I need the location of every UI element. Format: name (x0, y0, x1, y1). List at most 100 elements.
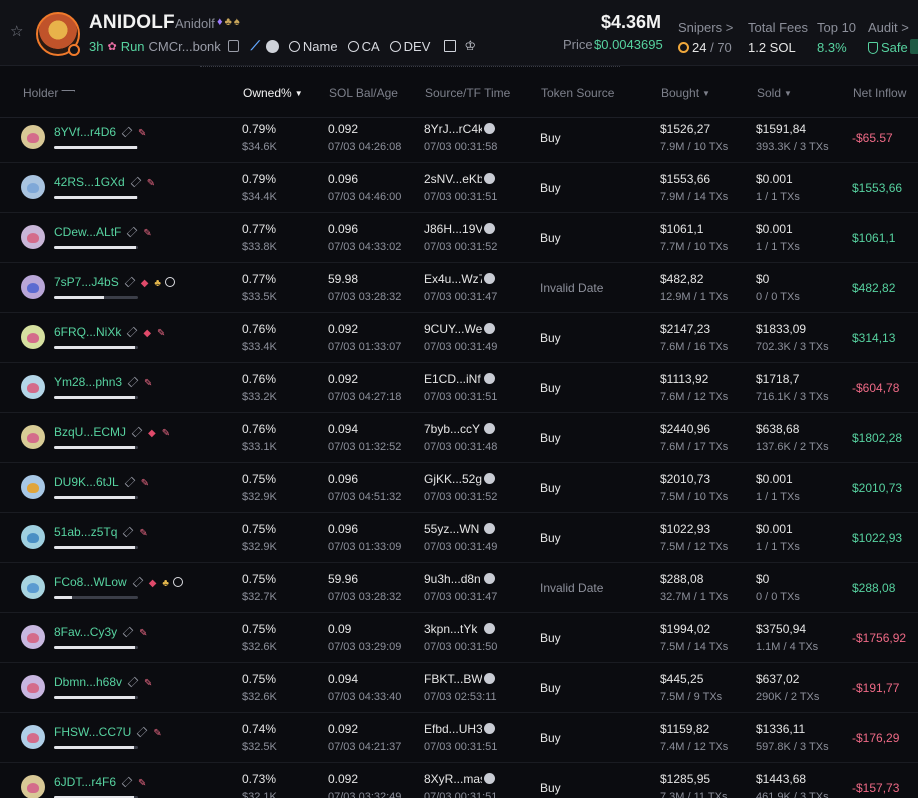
holder-address[interactable]: FHSW...CC7U ✎ (54, 725, 162, 739)
sold-usd: $0 (756, 572, 770, 586)
source-address[interactable]: GjKK...52g (424, 472, 482, 486)
table-row[interactable]: Ym28...phn3 ✎ 0.76% $33.2K 0.092 07/03 04… (0, 363, 918, 413)
table-row[interactable]: 7sP7...J4bS ◆ ♣ 0.77% $33.5K 59.98 07/03 0… (0, 263, 918, 313)
crown-icon[interactable]: ♔ (464, 38, 476, 54)
edit-icon[interactable] (132, 576, 143, 588)
table-row[interactable]: CDew...ALtF ✎ 0.77% $33.8K 0.096 07/03 04… (0, 213, 918, 263)
table-row[interactable]: DU9K...6tJL ✎ 0.75% $32.9K 0.096 07/03 04… (0, 463, 918, 513)
source-address[interactable]: 9CUY...WeI (424, 322, 482, 336)
col-token-source[interactable]: Token Source (541, 86, 614, 100)
token-header: ☆ ANIDOLF Anidolf ♦♣♠ 3h ✿ Run CMCr...bo… (0, 0, 918, 66)
source-address[interactable]: E1CD...iNf (424, 372, 482, 386)
holder-address[interactable]: 7sP7...J4bS ◆ ♣ (54, 275, 175, 289)
owned-percent: 0.76% (242, 372, 277, 386)
source-address[interactable]: J86H...19V (424, 222, 482, 236)
edit-icon[interactable] (127, 326, 138, 338)
holder-address[interactable]: 6JDT...r4F6 ✎ (54, 775, 146, 789)
bought-detail: 7.4M / 12 TXs (660, 741, 729, 753)
external-link-icon[interactable] (444, 40, 457, 52)
search-dev-link[interactable]: DEV (389, 39, 430, 54)
col-net-inflow[interactable]: Net Inflow (853, 86, 906, 100)
search-name-link[interactable]: Name (288, 39, 338, 54)
col-owned[interactable]: Owned% ▼ (243, 86, 303, 100)
net-inflow: -$176,29 (852, 731, 900, 745)
tf-time: 07/03 00:31:52 (424, 241, 498, 253)
table-row[interactable]: BzqU...ECMJ ◆ ✎ 0.76% $33.1K 0.094 07/03 0… (0, 413, 918, 463)
edit-icon[interactable] (124, 276, 136, 288)
edit-icon[interactable] (123, 526, 134, 538)
avatar (21, 225, 45, 249)
pill-icon: ✎ (144, 378, 153, 389)
sold-usd: $0 (756, 272, 770, 286)
search-ca-link[interactable]: CA (347, 39, 380, 54)
sold-usd: $1591,84 (756, 122, 807, 136)
table-row[interactable]: 42RS...1GXd ✎ 0.79% $34.4K 0.096 07/03 04… (0, 163, 918, 213)
avatar (21, 525, 45, 549)
col-source[interactable]: Source/TF Time (425, 86, 510, 100)
holder-address[interactable]: 8Fav...Cy3y ✎ (54, 625, 148, 639)
holder-address[interactable]: 8YVf...r4D6 ✎ (54, 125, 146, 139)
table-row[interactable]: 51ab...z5Tq ✎ 0.75% $32.9K 0.096 07/03 01… (0, 513, 918, 563)
table-row[interactable]: FHSW...CC7U ✎ 0.74% $32.5K 0.092 07/03 04… (0, 713, 918, 763)
bought-detail: 7.5M / 10 TXs (660, 491, 729, 503)
holder-address[interactable]: Ym28...phn3 ✎ (54, 375, 152, 389)
wallet-age: 07/03 01:33:07 (328, 341, 402, 353)
table-row[interactable]: 6FRQ...NiXk ◆ ✎ 0.76% $33.4K 0.092 07/03 0… (0, 313, 918, 363)
edit-icon[interactable] (127, 226, 138, 238)
col-sol-bal[interactable]: SOL Bal/Age (329, 86, 398, 100)
source-address[interactable]: 8YrJ...rC4k (424, 122, 482, 136)
source-address[interactable]: Efbd...UH3 (424, 722, 482, 736)
edit-icon[interactable] (121, 776, 133, 788)
holder-address[interactable]: DU9K...6tJL ✎ (54, 475, 149, 489)
edit-icon[interactable] (137, 726, 148, 738)
edit-icon[interactable] (130, 176, 142, 188)
sold-usd: $637,02 (756, 672, 800, 686)
bought-usd: $1553,66 (660, 172, 711, 186)
holder-address[interactable]: FCo8...WLow ◆ ♣ (54, 575, 183, 589)
audit-stat[interactable]: Audit > Safe (868, 20, 909, 55)
feather-icon[interactable]: ⟋ (251, 38, 260, 54)
holder-address[interactable]: 51ab...z5Tq ✎ (54, 525, 148, 539)
table-row[interactable]: Dbmn...h68v ✎ 0.75% $32.6K 0.094 07/03 04… (0, 663, 918, 713)
filter-icon[interactable] (61, 90, 73, 98)
holder-address[interactable]: 6FRQ...NiXk ◆ ✎ (54, 325, 165, 339)
source-address[interactable]: 8XyR...mas (424, 772, 482, 786)
col-bought[interactable]: Bought ▼ (661, 86, 710, 100)
edit-icon[interactable] (124, 476, 136, 488)
edit-icon[interactable] (127, 676, 139, 688)
source-address[interactable]: 9u3h...d8n (424, 572, 482, 586)
copy-icon[interactable] (227, 40, 239, 52)
edit-icon[interactable] (127, 376, 139, 388)
token-subname: Anidolf (175, 16, 215, 31)
stack-icon: ◆ (140, 278, 149, 289)
star-icon[interactable]: ☆ (10, 24, 26, 40)
source-address[interactable]: 55yz...WN (424, 522, 482, 536)
holder-address[interactable]: 42RS...1GXd ✎ (54, 175, 155, 189)
source-address[interactable]: 7byb...ccY (424, 422, 482, 436)
cup-icon: ♠ (233, 16, 242, 28)
net-inflow: -$191,77 (852, 681, 900, 695)
holder-address[interactable]: CDew...ALtF ✎ (54, 225, 152, 239)
col-sold[interactable]: Sold ▼ (757, 86, 792, 100)
token-source: Buy (540, 481, 561, 495)
website-icon[interactable] (265, 39, 279, 53)
table-row[interactable]: 6JDT...r4F6 ✎ 0.73% $32.1K 0.092 07/03 03… (0, 763, 918, 798)
table-row[interactable]: FCo8...WLow ◆ ♣ 0.75% $32.7K 59.96 07/03 0… (0, 563, 918, 613)
holder-address[interactable]: BzqU...ECMJ ◆ ✎ (54, 425, 170, 439)
holder-address[interactable]: Dbmn...h68v ✎ (54, 675, 152, 689)
snipers-stat[interactable]: Snipers > 24 / 70 (678, 20, 733, 55)
bought-usd: $1526,27 (660, 122, 711, 136)
table-row[interactable]: 8YVf...r4D6 ✎ 0.79% $34.6K 0.092 07/03 04… (0, 113, 918, 163)
source-address[interactable]: Ex4u...Wz7 (424, 272, 482, 286)
source-address[interactable]: 3kpn...tYk (424, 622, 482, 636)
edit-icon[interactable] (131, 426, 143, 438)
source-address[interactable]: FBKT...BW (424, 672, 482, 686)
edit-icon[interactable] (121, 126, 133, 138)
edit-icon[interactable] (122, 626, 134, 638)
table-row[interactable]: 8Fav...Cy3y ✎ 0.75% $32.6K 0.09 07/03 03:… (0, 613, 918, 663)
owned-percent: 0.76% (242, 422, 277, 436)
col-holder[interactable]: Holder (23, 86, 73, 100)
bought-usd: $2147,23 (660, 322, 711, 336)
source-address[interactable]: 2sNV...eKb (424, 172, 482, 186)
tf-time: 07/03 00:31:49 (424, 541, 498, 553)
